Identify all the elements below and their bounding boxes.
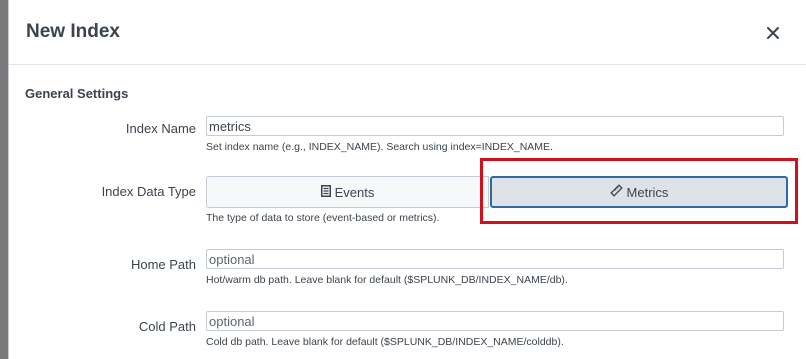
cold-path-label: Cold Path [138,319,196,334]
index-name-input[interactable] [206,116,784,136]
document-icon [320,184,335,200]
home-path-label: Home Path [130,257,196,272]
close-icon[interactable] [765,25,781,41]
metrics-toggle-label: Metrics [626,184,669,200]
home-path-help: Hot/warm db path. Leave blank for defaul… [206,274,568,286]
events-toggle-button[interactable]: Events [206,176,489,208]
index-name-help: Set index name (e.g., INDEX_NAME). Searc… [206,141,553,153]
index-data-type-label: Index Data Type [101,184,196,199]
cold-path-help: Cold db path. Leave blank for default ($… [206,336,564,348]
modal-title: New Index [26,21,120,42]
backdrop [0,0,8,359]
index-name-label: Index Name [125,121,196,136]
home-path-input[interactable] [206,249,784,269]
metrics-toggle-button[interactable]: Metrics [490,176,788,208]
cold-path-input[interactable] [206,311,784,331]
index-data-type-help: The type of data to store (event-based o… [206,212,440,224]
section-title-general-settings: General Settings [25,86,129,101]
modal-header: New Index [9,0,806,65]
ruler-icon [609,184,627,200]
new-index-modal: New Index General Settings Index Name Se… [8,0,806,359]
events-toggle-label: Events [334,184,375,200]
